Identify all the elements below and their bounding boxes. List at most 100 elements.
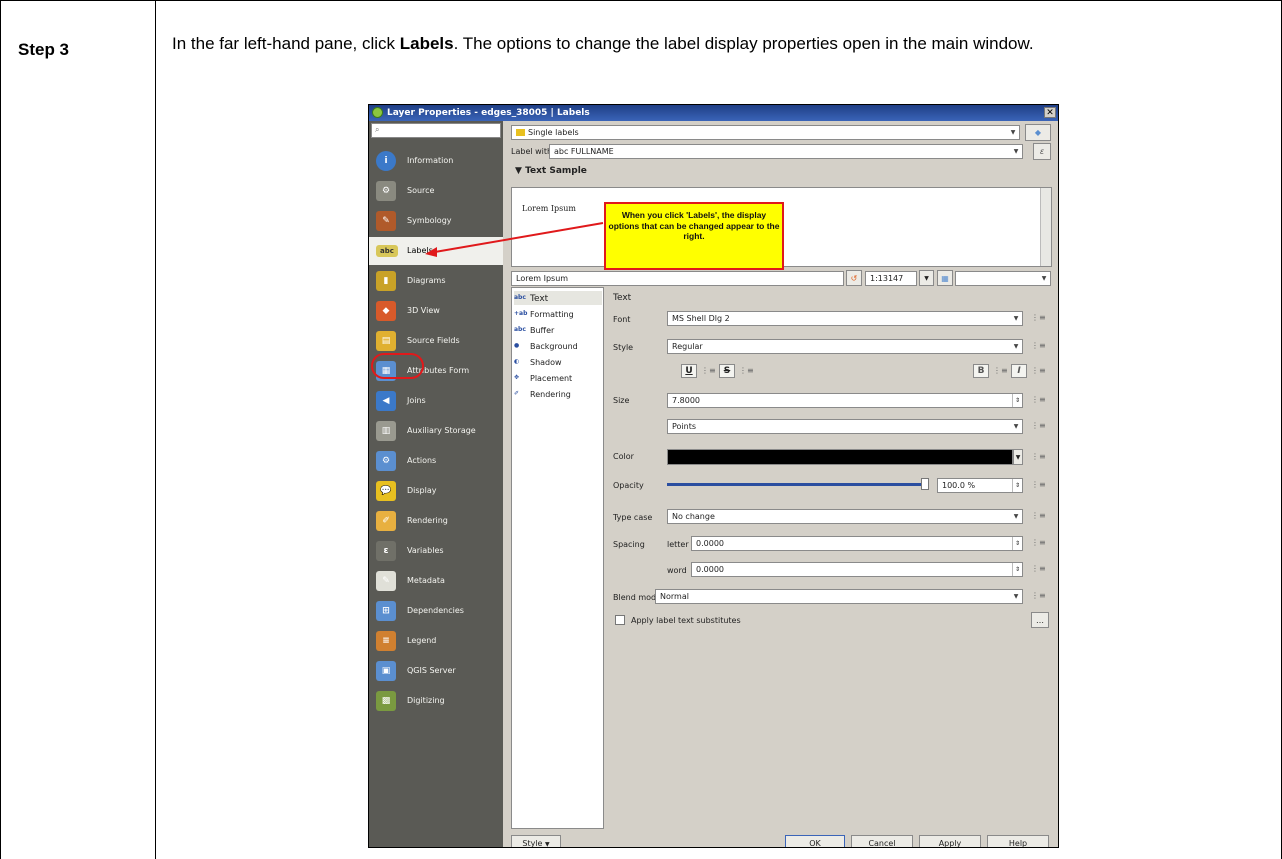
- sidebar-item-symbology[interactable]: ✎ Symbology: [369, 207, 503, 235]
- reset-sample-button[interactable]: ↺: [846, 270, 862, 286]
- preview-scrollbar[interactable]: [1040, 188, 1051, 266]
- sidebar-item-joins[interactable]: ◀ Joins: [369, 387, 503, 415]
- substitutes-checkbox[interactable]: [615, 615, 625, 625]
- font-select[interactable]: MS Shell Dlg 2 ▼: [667, 311, 1023, 326]
- sample-text-input[interactable]: Lorem Ipsum: [511, 271, 844, 286]
- sidebar-item-auxiliary-storage[interactable]: ▥ Auxiliary Storage: [369, 417, 503, 445]
- sample-text-value: Lorem Ipsum: [516, 274, 569, 283]
- spinner-icon[interactable]: ⇕: [1012, 563, 1022, 576]
- label-with-label: Label with: [511, 147, 553, 156]
- cancel-button[interactable]: Cancel: [851, 835, 913, 847]
- sidebar-item-label: Legend: [407, 636, 437, 645]
- data-defined-override-icon[interactable]: ⋮≡: [1031, 537, 1046, 549]
- sidebar-item-3d-view[interactable]: ◆ 3D View: [369, 297, 503, 325]
- sidebar-item-metadata[interactable]: ✎ Metadata: [369, 567, 503, 595]
- bold-button[interactable]: B: [973, 364, 989, 378]
- chevron-down-icon: ▼: [924, 275, 929, 282]
- label-with-value: abc FULLNAME: [554, 147, 614, 156]
- font-label: Font: [613, 315, 631, 324]
- sidebar-item-labels[interactable]: abc Labels: [369, 237, 503, 265]
- size-spinbox[interactable]: 7.8000 ⇕: [667, 393, 1023, 408]
- style-manager-button[interactable]: ◆: [1025, 124, 1051, 141]
- sidebar-item-variables[interactable]: ε Variables: [369, 537, 503, 565]
- sidebar-item-label: Rendering: [407, 516, 448, 525]
- data-defined-override-icon[interactable]: ⋮≡: [1031, 312, 1046, 324]
- sidebar-item-dependencies[interactable]: ⊞ Dependencies: [369, 597, 503, 625]
- symbology-icon: ✎: [376, 211, 396, 231]
- spacing-label: Spacing: [613, 540, 645, 549]
- background-color-select[interactable]: ▼: [955, 271, 1051, 286]
- style-select[interactable]: Regular ▼: [667, 339, 1023, 354]
- sidebar-item-source-fields[interactable]: ▤ Source Fields: [369, 327, 503, 355]
- spinner-icon[interactable]: ⇕: [1012, 537, 1022, 550]
- letter-spacing-spinbox[interactable]: 0.0000 ⇕: [691, 536, 1023, 551]
- sidebar-item-label: Source Fields: [407, 336, 460, 345]
- data-defined-override-icon[interactable]: ⋮≡: [1031, 563, 1046, 575]
- size-unit-select[interactable]: Points ▼: [667, 419, 1023, 434]
- sidebar-item-label: Display: [407, 486, 437, 495]
- scale-select[interactable]: 1:13147: [865, 271, 917, 286]
- word-spacing-spinbox[interactable]: 0.0000 ⇕: [691, 562, 1023, 577]
- sidebar-item-qgis-server[interactable]: ▣ QGIS Server: [369, 657, 503, 685]
- data-defined-override-icon[interactable]: ⋮≡: [1031, 590, 1046, 602]
- color-button[interactable]: [667, 449, 1013, 465]
- italic-button[interactable]: I: [1011, 364, 1027, 378]
- opacity-spinbox[interactable]: 100.0 % ⇕: [937, 478, 1023, 493]
- labeling-mode-select[interactable]: Single labels ▼: [511, 125, 1020, 140]
- window-title: Layer Properties - edges_38005 | Labels: [387, 108, 590, 118]
- type-case-select[interactable]: No change ▼: [667, 509, 1023, 524]
- table-top-border: [0, 0, 1282, 1]
- expression-button[interactable]: ε: [1033, 143, 1051, 160]
- map-scale-button[interactable]: ▦: [937, 270, 953, 286]
- tab-placement[interactable]: ✥ Placement: [514, 371, 602, 385]
- sidebar-item-display[interactable]: 💬 Display: [369, 477, 503, 505]
- ok-button[interactable]: OK: [785, 835, 845, 847]
- sidebar-item-digitizing[interactable]: ▩ Digitizing: [369, 687, 503, 715]
- opacity-value: 100.0 %: [942, 481, 976, 490]
- apply-button[interactable]: Apply: [919, 835, 981, 847]
- data-defined-override-icon[interactable]: ⋮≡: [1031, 420, 1046, 432]
- spinner-icon[interactable]: ⇕: [1012, 479, 1022, 492]
- legend-icon: ≡: [376, 631, 396, 651]
- sidebar-item-actions[interactable]: ⚙ Actions: [369, 447, 503, 475]
- underline-button[interactable]: U: [681, 364, 697, 378]
- sidebar-item-source[interactable]: ⚙ Source: [369, 177, 503, 205]
- 3d-view-icon: ◆: [376, 301, 396, 321]
- data-defined-override-icon[interactable]: ⋮≡: [1031, 365, 1046, 377]
- sidebar-search-input[interactable]: ⌕: [371, 123, 501, 138]
- close-icon[interactable]: ✕: [1044, 107, 1056, 118]
- strikeout-button[interactable]: S: [719, 364, 735, 378]
- size-label: Size: [613, 396, 630, 405]
- opacity-slider-fill: [667, 483, 929, 486]
- tab-formatting[interactable]: +ab Formatting: [514, 307, 602, 321]
- opacity-slider[interactable]: [667, 478, 929, 490]
- data-defined-override-icon[interactable]: ⋮≡: [1031, 394, 1046, 406]
- sidebar-item-legend[interactable]: ≡ Legend: [369, 627, 503, 655]
- scale-dropdown-button[interactable]: ▼: [919, 270, 934, 286]
- substitutes-more-button[interactable]: …: [1031, 612, 1049, 628]
- text-sample-header[interactable]: ▼ Text Sample: [515, 166, 587, 176]
- style-menu-button[interactable]: Style ▼: [511, 835, 561, 847]
- sidebar-item-information[interactable]: i Information: [369, 147, 503, 175]
- help-button[interactable]: Help: [987, 835, 1049, 847]
- sidebar-item-diagrams[interactable]: ▮ Diagrams: [369, 267, 503, 295]
- data-defined-override-icon[interactable]: ⋮≡: [739, 365, 754, 377]
- tab-shadow[interactable]: ◐ Shadow: [514, 355, 602, 369]
- data-defined-override-icon[interactable]: ⋮≡: [1031, 451, 1046, 463]
- tab-text[interactable]: abc Text: [514, 291, 602, 305]
- data-defined-override-icon[interactable]: ⋮≡: [701, 365, 716, 377]
- color-dropdown-button[interactable]: ▼: [1013, 449, 1023, 465]
- data-defined-override-icon[interactable]: ⋮≡: [1031, 479, 1046, 491]
- tab-buffer[interactable]: abc Buffer: [514, 323, 602, 337]
- text-icon: abc: [514, 294, 526, 301]
- opacity-slider-handle[interactable]: [921, 478, 929, 490]
- tab-background[interactable]: ● Background: [514, 339, 602, 353]
- data-defined-override-icon[interactable]: ⋮≡: [1031, 340, 1046, 352]
- label-with-field-select[interactable]: abc FULLNAME ▼: [549, 144, 1023, 159]
- blend-mode-select[interactable]: Normal ▼: [655, 589, 1023, 604]
- tab-rendering[interactable]: ✐ Rendering: [514, 387, 602, 401]
- spinner-icon[interactable]: ⇕: [1012, 394, 1022, 407]
- data-defined-override-icon[interactable]: ⋮≡: [1031, 510, 1046, 522]
- data-defined-override-icon[interactable]: ⋮≡: [993, 365, 1008, 377]
- sidebar-item-rendering[interactable]: ✐ Rendering: [369, 507, 503, 535]
